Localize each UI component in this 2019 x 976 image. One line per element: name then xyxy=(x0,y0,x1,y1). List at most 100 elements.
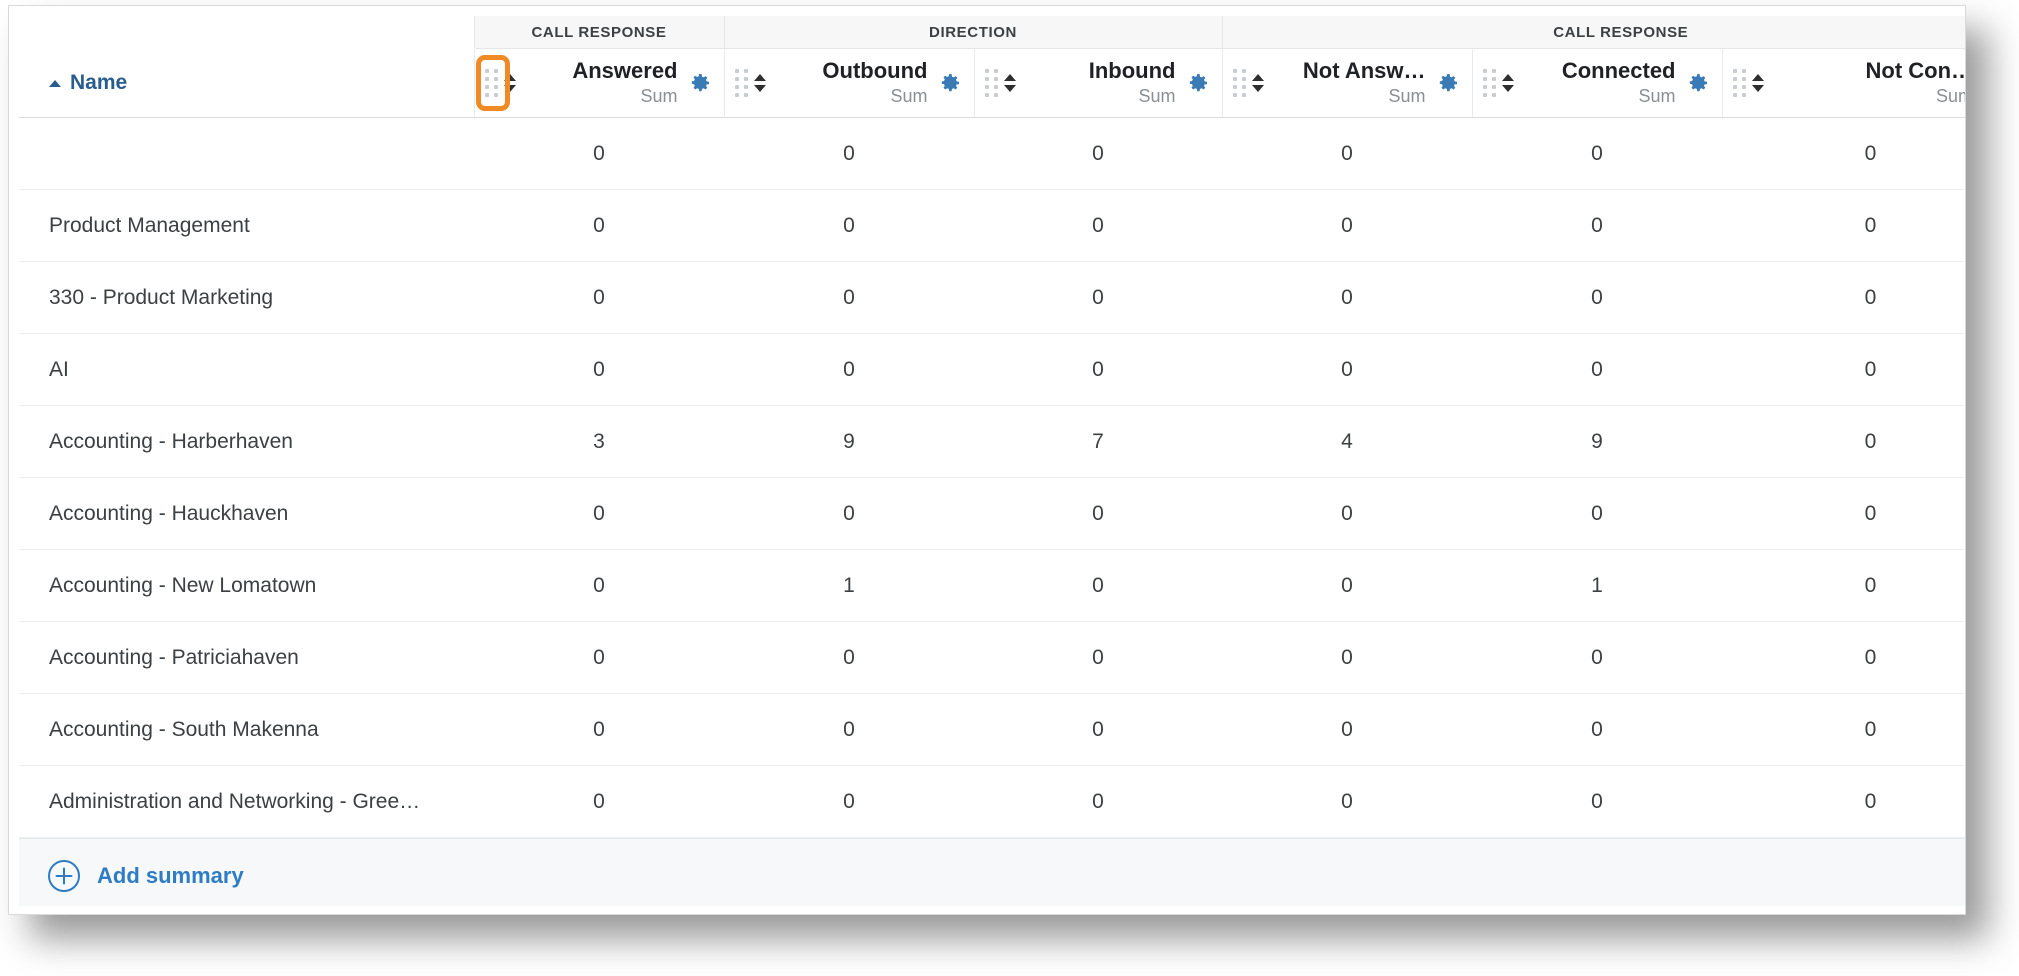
sort-arrows-icon[interactable] xyxy=(503,74,516,92)
cell-not-answered: 0 xyxy=(1222,765,1472,838)
metric-text-block: Connected Sum xyxy=(1520,58,1680,108)
metric-text-block: Outbound Sum xyxy=(772,58,932,108)
cell-answered: 0 xyxy=(474,333,724,406)
cell-connected: 0 xyxy=(1472,477,1722,550)
column-header-not-answered[interactable]: Not Answ… Sum xyxy=(1221,48,1472,118)
gear-icon[interactable] xyxy=(1186,71,1210,95)
group-header-direction: DIRECTION xyxy=(723,16,1222,49)
cell-not-connected: 0 xyxy=(1722,117,1965,190)
sort-arrows-icon[interactable] xyxy=(1751,74,1764,92)
cell-outbound: 0 xyxy=(724,189,974,262)
drag-handle-icon[interactable] xyxy=(1732,69,1747,97)
table-panel: CALL RESPONSE DIRECTION CALL RESPONSE Na… xyxy=(8,5,1966,915)
sort-arrows-icon[interactable] xyxy=(1501,74,1514,92)
sort-arrows-icon[interactable] xyxy=(1003,74,1016,92)
metric-aggregation: Sum xyxy=(1138,86,1176,106)
gear-icon[interactable] xyxy=(688,71,712,95)
cell-connected: 0 xyxy=(1472,117,1722,190)
cell-answered: 0 xyxy=(474,693,724,766)
metric-label: Inbound xyxy=(1088,58,1176,83)
cell-not-connected: 0 xyxy=(1722,621,1965,694)
cell-connected: 0 xyxy=(1472,189,1722,262)
table-row[interactable]: AI 0 0 0 0 0 0 xyxy=(19,333,1965,406)
table-row[interactable]: Accounting - Harberhaven 3 9 7 4 9 0 xyxy=(19,405,1965,478)
group-header-call-response-2: CALL RESPONSE xyxy=(1221,16,1965,49)
table-row[interactable]: Accounting - South Makenna 0 0 0 0 0 0 xyxy=(19,693,1965,766)
cell-not-answered: 0 xyxy=(1222,261,1472,334)
group-header-row: CALL RESPONSE DIRECTION CALL RESPONSE xyxy=(19,16,1965,49)
cell-answered: 0 xyxy=(474,117,724,190)
drag-handle-icon[interactable] xyxy=(984,69,999,97)
column-header-connected[interactable]: Connected Sum xyxy=(1471,48,1722,118)
table-row[interactable]: Accounting - Patriciahaven 0 0 0 0 0 0 xyxy=(19,621,1965,694)
add-summary-label: Add summary xyxy=(97,862,244,888)
cell-not-connected: 0 xyxy=(1722,693,1965,766)
cell-connected: 0 xyxy=(1472,621,1722,694)
table-row[interactable]: Product Management 0 0 0 0 0 0 xyxy=(19,189,1965,262)
cell-inbound: 0 xyxy=(974,333,1222,406)
cell-inbound: 0 xyxy=(974,765,1222,838)
drag-handle-icon[interactable] xyxy=(1482,69,1497,97)
cell-inbound: 0 xyxy=(974,117,1222,190)
name-sort-control[interactable]: Name xyxy=(49,71,127,95)
cell-connected: 1 xyxy=(1472,549,1722,622)
table-row[interactable]: 0 0 0 0 0 0 xyxy=(19,117,1965,190)
metric-label: Not Answ… xyxy=(1302,58,1426,83)
gear-icon[interactable] xyxy=(1436,71,1460,95)
sort-arrows-icon[interactable] xyxy=(753,74,766,92)
cell-answered: 0 xyxy=(474,477,724,550)
row-name: Accounting - Harberhaven xyxy=(19,405,474,478)
table-head: CALL RESPONSE DIRECTION CALL RESPONSE Na… xyxy=(19,16,1966,118)
cell-not-answered: 0 xyxy=(1222,621,1472,694)
metric-text-block: Not Con… Sum xyxy=(1770,58,1966,108)
row-name: Accounting - Patriciahaven xyxy=(19,621,474,694)
cell-outbound: 0 xyxy=(724,693,974,766)
cell-not-answered: 0 xyxy=(1222,333,1472,406)
drag-handle-icon[interactable] xyxy=(1232,69,1247,97)
column-header-inbound[interactable]: Inbound Sum xyxy=(973,48,1222,118)
row-name: AI xyxy=(19,333,474,406)
cell-answered: 0 xyxy=(474,621,724,694)
metric-text-block: Not Answ… Sum xyxy=(1270,58,1430,108)
column-header-answered[interactable]: Answered Sum xyxy=(473,48,724,118)
cell-outbound: 0 xyxy=(724,261,974,334)
cell-inbound: 0 xyxy=(974,693,1222,766)
metric-text-block: Answered Sum xyxy=(522,58,682,108)
table-viewport[interactable]: CALL RESPONSE DIRECTION CALL RESPONSE Na… xyxy=(19,16,1966,906)
cell-inbound: 0 xyxy=(974,261,1222,334)
gear-icon[interactable] xyxy=(1686,71,1710,95)
metric-aggregation: Sum xyxy=(640,86,678,106)
add-summary-button[interactable]: Add summary xyxy=(47,859,244,893)
cell-not-answered: 4 xyxy=(1222,405,1472,478)
drag-handle-icon[interactable] xyxy=(484,69,499,97)
cell-answered: 3 xyxy=(474,405,724,478)
cell-outbound: 0 xyxy=(724,621,974,694)
metric-aggregation: Sum xyxy=(1936,86,1965,106)
metric-text-block: Inbound Sum xyxy=(1022,58,1180,108)
row-name: Accounting - New Lomatown xyxy=(19,549,474,622)
gear-icon[interactable] xyxy=(938,71,962,95)
metric-aggregation: Sum xyxy=(1388,86,1426,106)
cell-connected: 0 xyxy=(1472,693,1722,766)
cell-answered: 0 xyxy=(474,765,724,838)
cell-outbound: 0 xyxy=(724,117,974,190)
table-row[interactable]: Administration and Networking - Gree… 0 … xyxy=(19,765,1965,838)
cell-outbound: 1 xyxy=(724,549,974,622)
sort-arrows-icon[interactable] xyxy=(1251,74,1264,92)
cell-inbound: 0 xyxy=(974,621,1222,694)
cell-outbound: 9 xyxy=(724,405,974,478)
column-header-name[interactable]: Name xyxy=(19,48,474,118)
table-body: 0 0 0 0 0 0 Product Management 0 0 0 0 0 xyxy=(19,117,1965,838)
column-header-outbound[interactable]: Outbound Sum xyxy=(723,48,974,118)
cell-connected: 0 xyxy=(1472,261,1722,334)
cell-not-connected: 0 xyxy=(1722,405,1965,478)
table-row[interactable]: Accounting - Hauckhaven 0 0 0 0 0 0 xyxy=(19,477,1965,550)
table-footer: Add summary xyxy=(19,838,1965,906)
cell-inbound: 0 xyxy=(974,549,1222,622)
column-header-not-connected[interactable]: Not Con… Sum xyxy=(1721,48,1966,118)
cell-outbound: 0 xyxy=(724,477,974,550)
cell-inbound: 0 xyxy=(974,189,1222,262)
drag-handle-icon[interactable] xyxy=(734,69,749,97)
table-row[interactable]: Accounting - New Lomatown 0 1 0 0 1 0 xyxy=(19,549,1965,622)
table-row[interactable]: 330 - Product Marketing 0 0 0 0 0 0 xyxy=(19,261,1965,334)
